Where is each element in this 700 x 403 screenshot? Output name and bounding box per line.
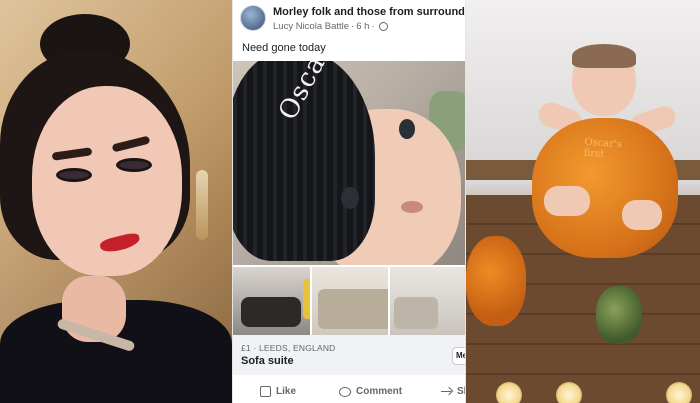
listing-thumbnail[interactable]: [311, 267, 389, 335]
candle-light: [496, 382, 522, 403]
group-name[interactable]: Morley folk and those from surrounding a: [273, 6, 465, 18]
group-avatar[interactable]: [240, 5, 266, 31]
baby-eye: [399, 119, 415, 139]
post-main-photo[interactable]: Oscar: [233, 61, 465, 265]
small-pumpkin: [466, 236, 526, 326]
candle-light: [556, 382, 582, 403]
candle-light: [666, 382, 692, 403]
sofa: [317, 289, 389, 329]
right-photo-baby-pumpkin: Oscar's first: [466, 0, 700, 403]
share-label: Sh: [457, 386, 465, 397]
baby-foot: [544, 186, 590, 216]
baby-eye: [341, 187, 359, 209]
meta-separator: ·: [371, 21, 375, 32]
like-label: Like: [276, 386, 297, 397]
listing-thumbnail[interactable]: [233, 267, 310, 335]
globe-icon: [378, 22, 388, 31]
share-button[interactable]: Sh: [441, 386, 465, 397]
like-button[interactable]: Like: [260, 386, 296, 397]
post-meta: Lucy Nicola Battle · 6 h ·: [273, 21, 388, 32]
post-header: Morley folk and those from surrounding a…: [233, 0, 465, 38]
comment-button[interactable]: Comment: [339, 386, 402, 397]
comment-icon: [339, 386, 351, 397]
listing-thumbnail[interactable]: [390, 267, 465, 335]
listing-title: Sofa suite: [241, 355, 294, 367]
author-name[interactable]: Lucy Nicola Battle: [273, 21, 349, 32]
yellow-object: [303, 279, 310, 319]
listing-price-location: £1 · LEEDS, ENGLAND: [241, 343, 336, 353]
left-photo-woman: [0, 0, 232, 403]
meta-separator: ·: [351, 21, 355, 32]
like-icon: [260, 386, 271, 397]
listing-thumbnails: [233, 267, 465, 335]
post-body-text: Need gone today: [242, 42, 326, 54]
pumpkin-carving: Oscar's first: [583, 136, 623, 161]
green-gourd: [596, 286, 642, 344]
baby-mouth: [401, 201, 423, 213]
comment-label: Comment: [356, 386, 403, 397]
eye-left: [56, 168, 92, 182]
marketplace-listing[interactable]: £1 · LEEDS, ENGLAND Sofa suite Me: [233, 335, 465, 375]
post-time[interactable]: 6 h: [356, 21, 369, 32]
share-icon: [441, 387, 452, 397]
message-button[interactable]: Me: [452, 347, 465, 365]
earring: [196, 170, 208, 240]
eye-right: [116, 158, 152, 172]
cushion: [241, 297, 301, 327]
sofa: [394, 297, 439, 329]
facebook-post: Morley folk and those from surrounding a…: [232, 0, 466, 403]
baby-hair: [572, 44, 636, 68]
baby-foot: [622, 200, 662, 230]
post-actions: Like Comment Sh: [233, 382, 465, 403]
